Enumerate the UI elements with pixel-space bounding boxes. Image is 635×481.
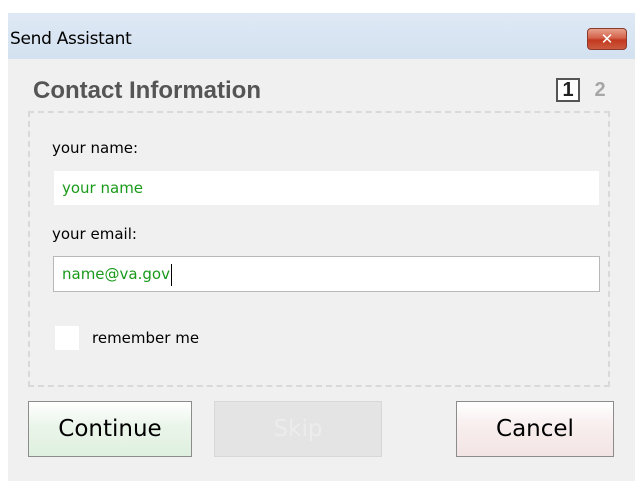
name-input-placeholder: your name xyxy=(62,179,144,197)
name-input[interactable]: your name xyxy=(53,170,600,206)
step-indicator-current: 1 xyxy=(556,78,580,102)
email-input[interactable]: name@va.gov xyxy=(53,256,600,292)
contact-form-panel: your name: your name your email: name@va… xyxy=(28,111,610,387)
name-label: your name: xyxy=(52,139,139,157)
continue-button[interactable]: Continue xyxy=(28,401,192,457)
remember-me-checkbox[interactable] xyxy=(54,325,80,351)
send-assistant-window: Send Assistant ✕ Contact Information 1 2… xyxy=(8,8,635,481)
title-bar[interactable]: Send Assistant ✕ xyxy=(8,13,635,59)
dialog-content: Contact Information 1 2 your name: your … xyxy=(8,59,635,481)
text-caret xyxy=(170,263,172,286)
cancel-button[interactable]: Cancel xyxy=(456,401,614,457)
step-indicator-next: 2 xyxy=(594,79,606,101)
close-icon: ✕ xyxy=(600,30,614,48)
email-label: your email: xyxy=(52,225,137,243)
skip-button[interactable]: Skip xyxy=(214,401,382,457)
window-title: Send Assistant xyxy=(10,29,132,49)
remember-me-label[interactable]: remember me xyxy=(92,329,199,347)
close-button[interactable]: ✕ xyxy=(587,28,627,50)
section-title: Contact Information xyxy=(33,77,261,104)
email-input-value: name@va.gov xyxy=(62,265,170,283)
